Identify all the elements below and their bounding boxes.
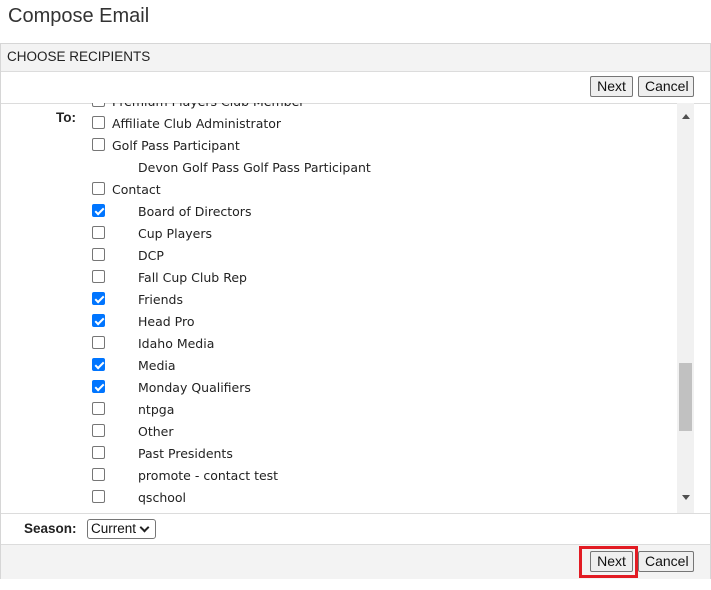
recipient-label: Cup Players [138,226,212,241]
season-label: Season: [24,521,77,536]
season-bar: Season: Current [1,513,710,545]
recipient-row: promote - contact test [83,465,673,487]
recipient-checkbox[interactable] [92,292,105,305]
recipient-checkbox[interactable] [92,204,105,217]
recipient-label: Monday Qualifiers [138,380,251,395]
recipient-row: Fall Cup Club Rep [83,267,673,289]
recipient-row: Devon Golf Pass Golf Pass Participant [83,157,673,179]
recipient-checkbox[interactable] [92,336,105,349]
arrow-down-icon[interactable] [682,495,690,500]
season-select-value: Current [91,521,137,536]
recipient-label: Fall Cup Club Rep [138,270,247,285]
bottom-toolbar: Next Cancel [1,544,710,579]
recipient-row: Board of Directors [83,201,673,223]
recipient-row: Contact [83,179,673,201]
recipient-row: Idaho Media [83,333,673,355]
recipients-panel: CHOOSE RECIPIENTS Next Cancel To: Premiu… [0,43,711,579]
recipient-row: Monday Qualifiers [83,377,673,399]
arrow-up-icon[interactable] [682,114,690,119]
chevron-down-icon [139,522,150,533]
recipient-checkbox[interactable] [92,182,105,195]
recipient-label: DCP [138,248,164,263]
panel-header: CHOOSE RECIPIENTS [1,44,710,72]
recipient-row: Media [83,355,673,377]
page-title: Compose Email [8,5,150,27]
recipient-checkbox[interactable] [92,424,105,437]
recipient-checkbox[interactable] [92,270,105,283]
recipient-label: promote - contact test [138,468,279,483]
to-label: To: [56,110,76,125]
recipient-label: Friends [138,292,183,307]
recipient-label: Media [138,358,176,373]
recipient-row: Premium Players Club Member [83,103,673,113]
recipient-label: Head Pro [138,314,195,329]
recipient-label: Contact [112,182,161,197]
season-select[interactable]: Current [87,519,156,539]
recipient-row: Cup Players [83,223,673,245]
recipient-checkbox[interactable] [92,402,105,415]
next-button-bottom[interactable]: Next [590,551,633,572]
recipient-label: Board of Directors [138,204,252,219]
recipient-label: Past Presidents [138,446,233,461]
recipient-checkbox[interactable] [92,248,105,261]
recipient-list-scroll-area[interactable]: Premium Players Club Member Affiliate Clu… [83,103,695,513]
recipient-label: Other [138,424,174,439]
recipient-list-scrollbar[interactable] [677,103,694,513]
recipient-checkbox[interactable] [92,380,105,393]
panel-title: CHOOSE RECIPIENTS [7,49,151,64]
next-button-top[interactable]: Next [590,76,633,97]
cancel-button-bottom[interactable]: Cancel [638,551,694,572]
recipient-label: Golf Pass Participant [112,138,240,153]
recipient-label: Affiliate Club Administrator [112,116,282,131]
recipient-checkbox[interactable] [92,116,105,129]
recipient-row: qschool [83,487,673,509]
recipient-row: DCP [83,245,673,267]
recipient-row: Affiliate Club Administrator [83,113,673,135]
recipient-checkbox[interactable] [92,138,105,151]
recipient-row: Head Pro [83,311,673,333]
recipient-checkbox[interactable] [92,468,105,481]
recipient-checkbox[interactable] [92,314,105,327]
recipient-checkbox[interactable] [92,103,105,107]
recipient-row: Other [83,421,673,443]
recipient-row: Golf Pass Participant [83,135,673,157]
recipient-row: Friends [83,289,673,311]
cancel-button-top[interactable]: Cancel [638,76,694,97]
top-toolbar: Next Cancel [1,72,710,104]
recipient-label: Devon Golf Pass Golf Pass Participant [138,160,371,175]
scrollbar-thumb[interactable] [679,363,692,431]
recipient-checkbox[interactable] [92,226,105,239]
recipient-label: Idaho Media [138,336,215,351]
recipient-label: Premium Players Club Member [112,103,304,109]
recipient-checkbox[interactable] [92,446,105,459]
recipient-list: Premium Players Club Member Affiliate Clu… [83,103,673,509]
recipient-label: qschool [138,490,187,505]
recipient-row: Past Presidents [83,443,673,465]
recipient-checkbox[interactable] [92,358,105,371]
recipient-label: ntpga [138,402,175,417]
recipient-row: ntpga [83,399,673,421]
recipient-checkbox[interactable] [92,490,105,503]
